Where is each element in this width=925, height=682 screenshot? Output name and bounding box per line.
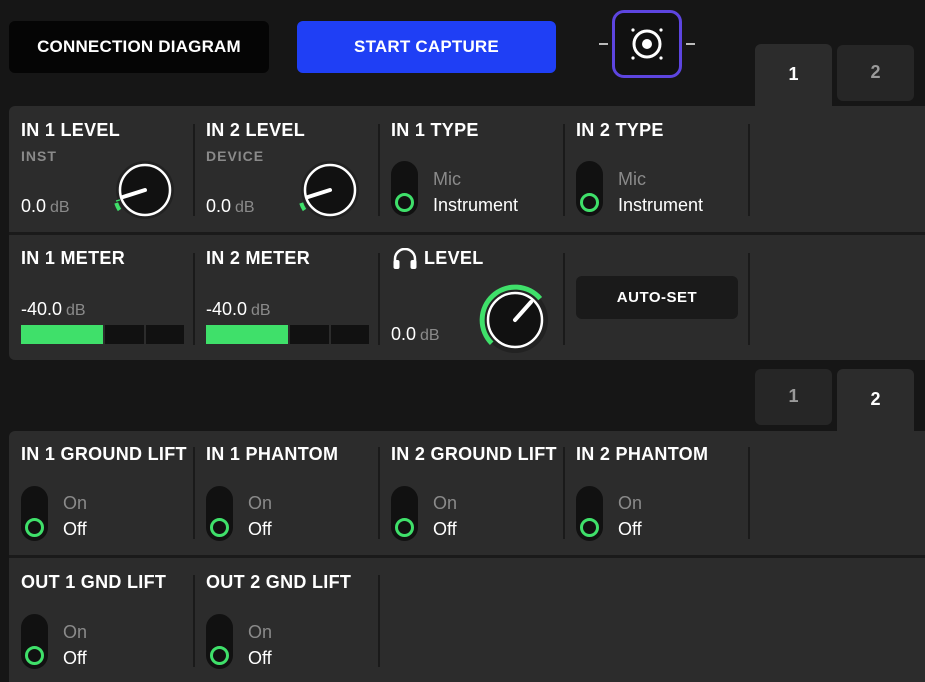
in1-phantom-option-off[interactable]: Off <box>248 519 272 540</box>
in2-type-switch[interactable] <box>576 161 603 216</box>
in1-ground-lift-title: IN 1 GROUND LIFT <box>21 444 187 464</box>
out2-gnd-lift-option-off[interactable]: Off <box>248 648 272 669</box>
section2-panel: IN 1 GROUND LIFT On Off IN 1 PHANTOM On … <box>9 431 925 682</box>
out1-gnd-lift-title: OUT 1 GND LIFT <box>21 572 167 592</box>
headphone-level-value: 0.0 dB <box>391 324 440 344</box>
icon-dash-left <box>599 43 608 45</box>
section1-panel: IN 1 LEVEL INST 0.0 dB IN 2 LEVEL DEVICE … <box>9 106 925 360</box>
section2-tab-2[interactable]: 2 <box>837 369 914 431</box>
section2-tab-1[interactable]: 1 <box>755 369 832 425</box>
in2-level-subtitle: DEVICE <box>206 148 265 164</box>
in2-phantom-option-off[interactable]: Off <box>618 519 642 540</box>
in2-level-title: IN 2 LEVEL <box>206 120 306 140</box>
out2-gnd-lift-option-on[interactable]: On <box>248 622 272 643</box>
in1-ground-lift-option-on[interactable]: On <box>63 493 87 514</box>
row-divider <box>9 232 925 235</box>
out2-gnd-lift-title: OUT 2 GND LIFT <box>206 572 352 592</box>
in1-type-option-instrument[interactable]: Instrument <box>433 195 518 216</box>
in1-type-title: IN 1 TYPE <box>391 120 479 140</box>
autoset-button[interactable]: AUTO-SET <box>576 276 738 319</box>
in2-phantom-title: IN 2 PHANTOM <box>576 444 709 464</box>
in1-phantom-option-on[interactable]: On <box>248 493 272 514</box>
in2-ground-lift-option-on[interactable]: On <box>433 493 457 514</box>
switch-knob <box>395 518 414 537</box>
in2-type-title: IN 2 TYPE <box>576 120 664 140</box>
switch-knob <box>210 646 229 665</box>
in1-level-title: IN 1 LEVEL <box>21 120 121 140</box>
connection-diagram-button[interactable]: CONNECTION DIAGRAM <box>9 21 269 73</box>
switch-knob <box>25 518 44 537</box>
headphones-icon <box>393 248 417 269</box>
switch-knob <box>580 518 599 537</box>
in2-ground-lift-title: IN 2 GROUND LIFT <box>391 444 557 464</box>
in1-level-value: 0.0 dB <box>21 196 70 216</box>
icon-dash-right <box>686 43 695 45</box>
in2-type-option-mic[interactable]: Mic <box>618 169 646 190</box>
in1-meter-title: IN 1 METER <box>21 248 126 268</box>
out1-gnd-lift-option-off[interactable]: Off <box>63 648 87 669</box>
in1-type-switch[interactable] <box>391 161 418 216</box>
in2-meter-title: IN 2 METER <box>206 248 311 268</box>
in2-level-knob[interactable] <box>290 152 370 222</box>
in1-meter-value: -40.0 dB <box>21 299 86 319</box>
in2-ground-lift-switch[interactable] <box>391 486 418 541</box>
headphone-level-title: LEVEL <box>424 248 484 268</box>
headphone-level-knob[interactable] <box>473 278 557 354</box>
in2-meter-value: -40.0 dB <box>206 299 271 319</box>
in1-type-option-mic[interactable]: Mic <box>433 169 461 190</box>
in2-ground-lift-option-off[interactable]: Off <box>433 519 457 540</box>
section1-tab-1[interactable]: 1 <box>755 44 832 106</box>
in2-meter-bar <box>206 325 369 344</box>
in1-ground-lift-option-off[interactable]: Off <box>63 519 87 540</box>
row-divider <box>9 555 925 558</box>
in1-level-knob[interactable] <box>105 152 185 222</box>
in1-meter-bar <box>21 325 184 344</box>
switch-knob <box>25 646 44 665</box>
start-capture-button[interactable]: START CAPTURE <box>297 21 556 73</box>
in1-ground-lift-switch[interactable] <box>21 486 48 541</box>
capture-target-icon[interactable] <box>612 10 682 78</box>
in2-phantom-option-on[interactable]: On <box>618 493 642 514</box>
switch-knob <box>580 193 599 212</box>
section1-tab-2[interactable]: 2 <box>837 45 914 101</box>
switch-knob <box>395 193 414 212</box>
out2-gnd-lift-switch[interactable] <box>206 614 233 669</box>
switch-knob <box>210 518 229 537</box>
out1-gnd-lift-switch[interactable] <box>21 614 48 669</box>
in2-level-value: 0.0 dB <box>206 196 255 216</box>
in2-type-option-instrument[interactable]: Instrument <box>618 195 703 216</box>
in1-phantom-title: IN 1 PHANTOM <box>206 444 339 464</box>
in1-level-subtitle: INST <box>21 148 57 164</box>
out1-gnd-lift-option-on[interactable]: On <box>63 622 87 643</box>
in1-phantom-switch[interactable] <box>206 486 233 541</box>
in2-phantom-switch[interactable] <box>576 486 603 541</box>
